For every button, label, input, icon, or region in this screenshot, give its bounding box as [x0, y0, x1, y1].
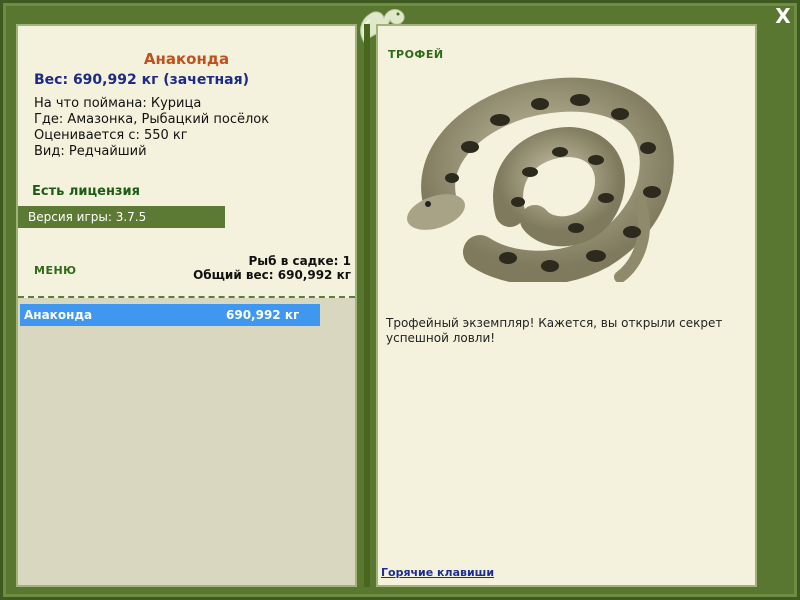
catch-name: Анаконда [24, 308, 93, 322]
keepnet-stats: Рыб в садке: 1 Общий вес: 690,992 кг [193, 254, 351, 282]
fish-info-panel: Анаконда Вес: 690,992 кг (зачетная) На ч… [16, 24, 357, 587]
menu-button[interactable]: МЕНЮ [34, 264, 77, 277]
catch-weight: 690,992 кг [226, 308, 300, 322]
version-bar: Версия игры: 3.7.5 [18, 206, 225, 228]
fish-valued-from: Оценивается с: 550 кг [34, 128, 188, 143]
trophy-message: Трофейный экземпляр! Кажется, вы открыли… [386, 316, 723, 345]
anaconda-image [407, 77, 674, 282]
fish-weight: Вес: 690,992 кг (зачетная) [34, 72, 249, 88]
fish-count: Рыб в садке: 1 [248, 254, 352, 268]
fish-rarity: Вид: Редчайший [34, 144, 147, 159]
fish-name: Анаконда [143, 50, 230, 68]
fish-location: Где: Амазонка, Рыбацкий посёлок [34, 112, 270, 127]
total-weight: Общий вес: 690,992 кг [193, 268, 351, 282]
close-button[interactable]: X [770, 4, 796, 28]
catch-list-item[interactable]: Анаконда 690,992 кг [20, 304, 320, 326]
license-status: Есть лицензия [32, 184, 140, 199]
panel-divider [364, 24, 370, 587]
close-icon[interactable]: X [775, 4, 790, 28]
catch-list: Анаконда 690,992 кг [18, 298, 355, 585]
fish-bait: На что поймана: Курица [34, 96, 202, 111]
trophy-panel: ТРОФЕЙ Трофейный экземпляр! Кажется, вы … [376, 24, 757, 587]
hotkeys-link[interactable]: Горячие клавиши [381, 566, 494, 579]
